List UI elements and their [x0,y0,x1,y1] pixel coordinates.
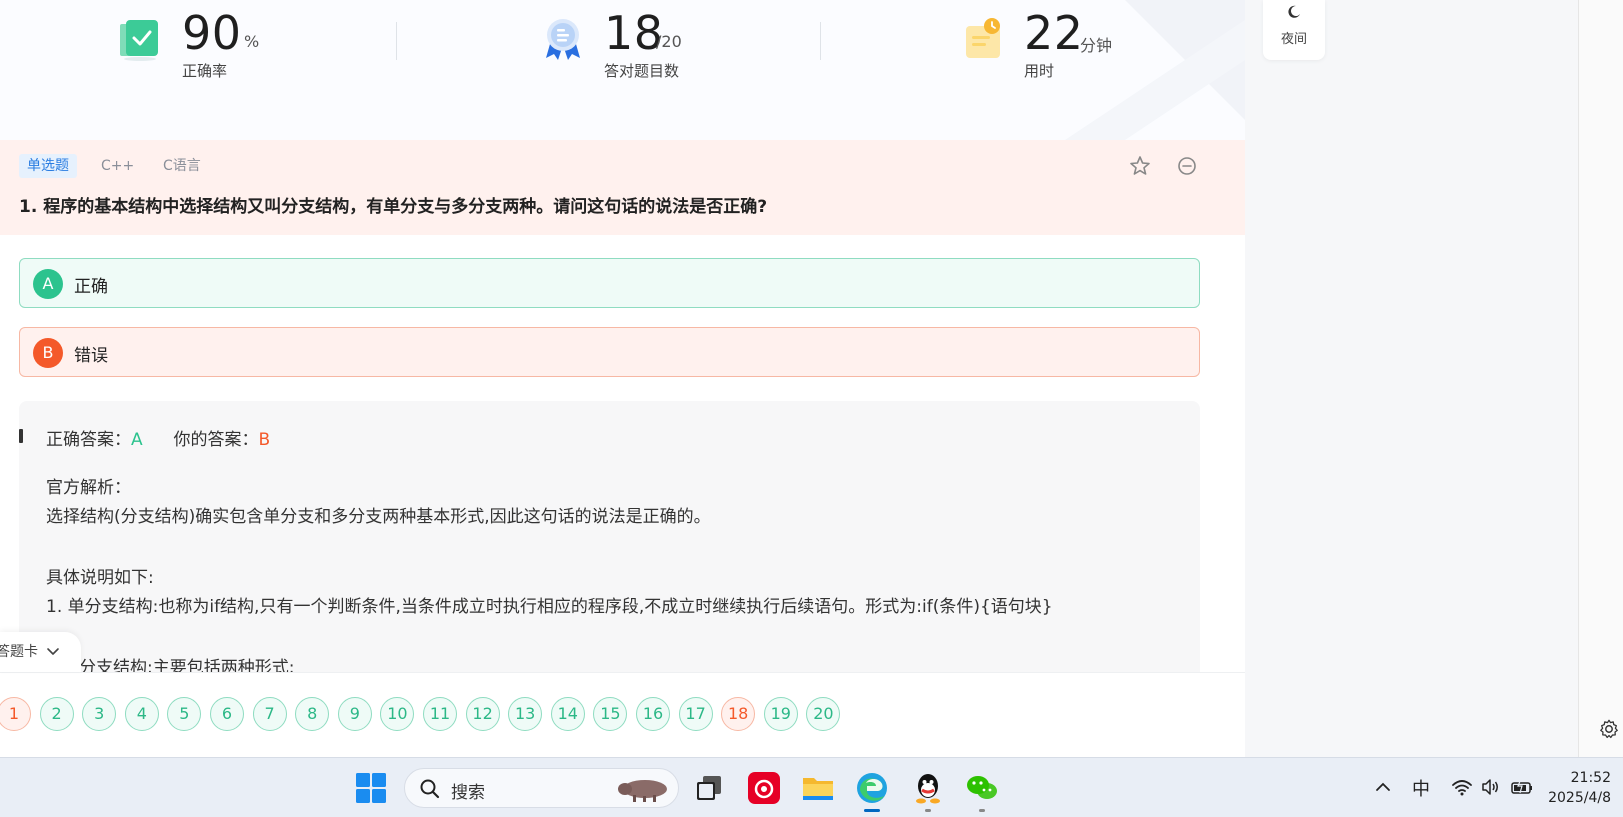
taskbar-search[interactable]: 搜索 [404,768,679,808]
analysis-panel: 正确答案：A 你的答案：B 官方解析： 选择结构(分支结构)确实包含单分支和多分… [19,401,1200,701]
question-number-8[interactable]: 8 [295,697,330,731]
ime-indicator[interactable]: 中 [1412,775,1430,801]
task-view-icon[interactable] [691,770,727,806]
system-clock[interactable]: 21:52 2025/4/8 [1548,768,1611,808]
option-b-text: 错误 [74,346,108,366]
stat-time: 22 分钟 用时 [962,0,1162,100]
analysis-line-2: 1. 单分支结构:也称为if结构,只有一个判断条件,当条件成立时执行相应的程序段… [46,597,1053,617]
answer-summary: 正确答案：A 你的答案：B [46,425,270,450]
divider [820,22,821,60]
battery-icon[interactable] [1510,777,1534,797]
netease-music-icon[interactable] [746,770,782,806]
your-answer-value: B [258,430,271,450]
search-label: 搜索 [451,783,485,803]
question-number-5[interactable]: 5 [167,697,202,731]
question-number-3[interactable]: 3 [82,697,117,731]
correct-count-label: 答对题目数 [604,62,680,80]
clock-date: 2025/4/8 [1548,790,1611,806]
correct-count-value: 18 [604,6,664,60]
option-b-letter: B [33,338,63,368]
main-content: 90 % 正确率 18 /20 答对题目数 22 分钟 用时 单选题 C++ C… [0,0,1245,757]
search-icon [420,779,440,799]
accuracy-label: 正确率 [182,62,228,80]
stat-accuracy: 90 % 正确率 [118,0,318,100]
tag-c-language: C语言 [163,158,201,174]
answer-card-label: 答题卡 [0,644,38,660]
stat-correct: 18 /20 答对题目数 [540,0,760,100]
time-label: 用时 [1024,62,1055,80]
analysis-heading-2: 具体说明如下: [46,568,154,588]
question-number-11[interactable]: 11 [423,697,457,731]
question-number-15[interactable]: 15 [593,697,628,731]
tag-question-type: 单选题 [19,154,77,178]
question-number-10[interactable]: 10 [380,697,415,731]
question-number-17[interactable]: 17 [678,697,713,731]
option-a-letter: A [33,269,63,299]
accuracy-unit: % [244,32,260,51]
question-header: 单选题 C++ C语言 1. 程序的基本结构中选择结构又叫分支结构，有单分支与多… [0,140,1245,235]
question-number-20[interactable]: 20 [806,697,841,731]
tag-cpp: C++ [101,158,135,174]
windows-taskbar: 搜索 中 21:52 2025/4/8 [0,757,1623,817]
option-a[interactable]: A 正确 [19,258,1200,308]
your-answer-label: 你的答案： [173,430,259,450]
wechat-icon[interactable] [964,770,1000,806]
correct-count-unit: /20 [656,32,682,51]
file-explorer-icon[interactable] [800,770,836,806]
wifi-icon[interactable] [1451,777,1473,797]
correct-answer-label: 正确答案： [46,430,131,450]
question-number-6[interactable]: 6 [210,697,244,731]
result-stats: 90 % 正确率 18 /20 答对题目数 22 分钟 用时 [0,0,1245,140]
night-mode-label: 夜间 [1280,32,1307,47]
correct-answer-value: A [131,430,143,450]
analysis-marker [19,429,23,443]
windows-start-icon[interactable] [353,770,389,806]
chevron-up-icon[interactable] [1374,778,1392,796]
question-number-14[interactable]: 14 [550,697,585,731]
edge-active-indicator [864,809,880,812]
time-value: 22 [1024,6,1084,60]
answer-card-numbers: 1 2 3 4 5 6 7 8 9 10 11 12 13 14 15 16 17 18 19 20 [0,672,1245,757]
edge-browser-icon[interactable] [854,770,890,806]
question-number-4[interactable]: 4 [124,697,159,731]
right-sidebar [1245,0,1578,757]
answer-card-toggle[interactable]: 答题卡 [0,632,81,672]
wechat-running-indicator [979,809,985,812]
speaker-icon[interactable] [1480,777,1500,797]
medal-icon [546,19,580,60]
divider [396,22,397,60]
checkbook-icon [120,20,158,61]
clock-note-icon [966,18,1000,58]
question-number-19[interactable]: 19 [763,697,798,731]
accuracy-value: 90 [182,6,242,60]
option-a-text: 正确 [74,277,108,297]
question-number-18[interactable]: 18 [721,697,756,731]
qq-running-indicator [925,809,931,812]
moon-icon [1288,5,1300,18]
question-number-12[interactable]: 12 [465,697,500,731]
gear-icon[interactable] [1598,718,1620,740]
time-unit: 分钟 [1080,36,1113,55]
remove-icon[interactable] [1175,154,1199,178]
browser-side-strip [1578,0,1623,757]
chevron-down-icon [47,648,59,655]
question-number-9[interactable]: 9 [337,697,372,731]
question-number-7[interactable]: 7 [252,697,287,731]
search-highlight-image [618,780,667,802]
qq-icon[interactable] [910,770,946,806]
question-number-2[interactable]: 2 [39,697,74,731]
clock-time: 21:52 [1570,770,1611,786]
question-number-1[interactable]: 1 [0,697,31,731]
question-title: 1. 程序的基本结构中选择结构又叫分支结构，有单分支与多分支两种。请问这句话的说… [19,197,768,217]
option-b[interactable]: B 错误 [19,327,1200,377]
star-icon[interactable] [1128,154,1152,178]
analysis-heading: 官方解析： [46,478,131,498]
analysis-line-1: 选择结构(分支结构)确实包含单分支和多分支两种基本形式,因此这句话的说法是正确的… [46,507,711,527]
question-number-16[interactable]: 16 [636,697,670,731]
question-number-13[interactable]: 13 [508,697,543,731]
night-mode-button[interactable]: 夜间 [1263,0,1325,60]
